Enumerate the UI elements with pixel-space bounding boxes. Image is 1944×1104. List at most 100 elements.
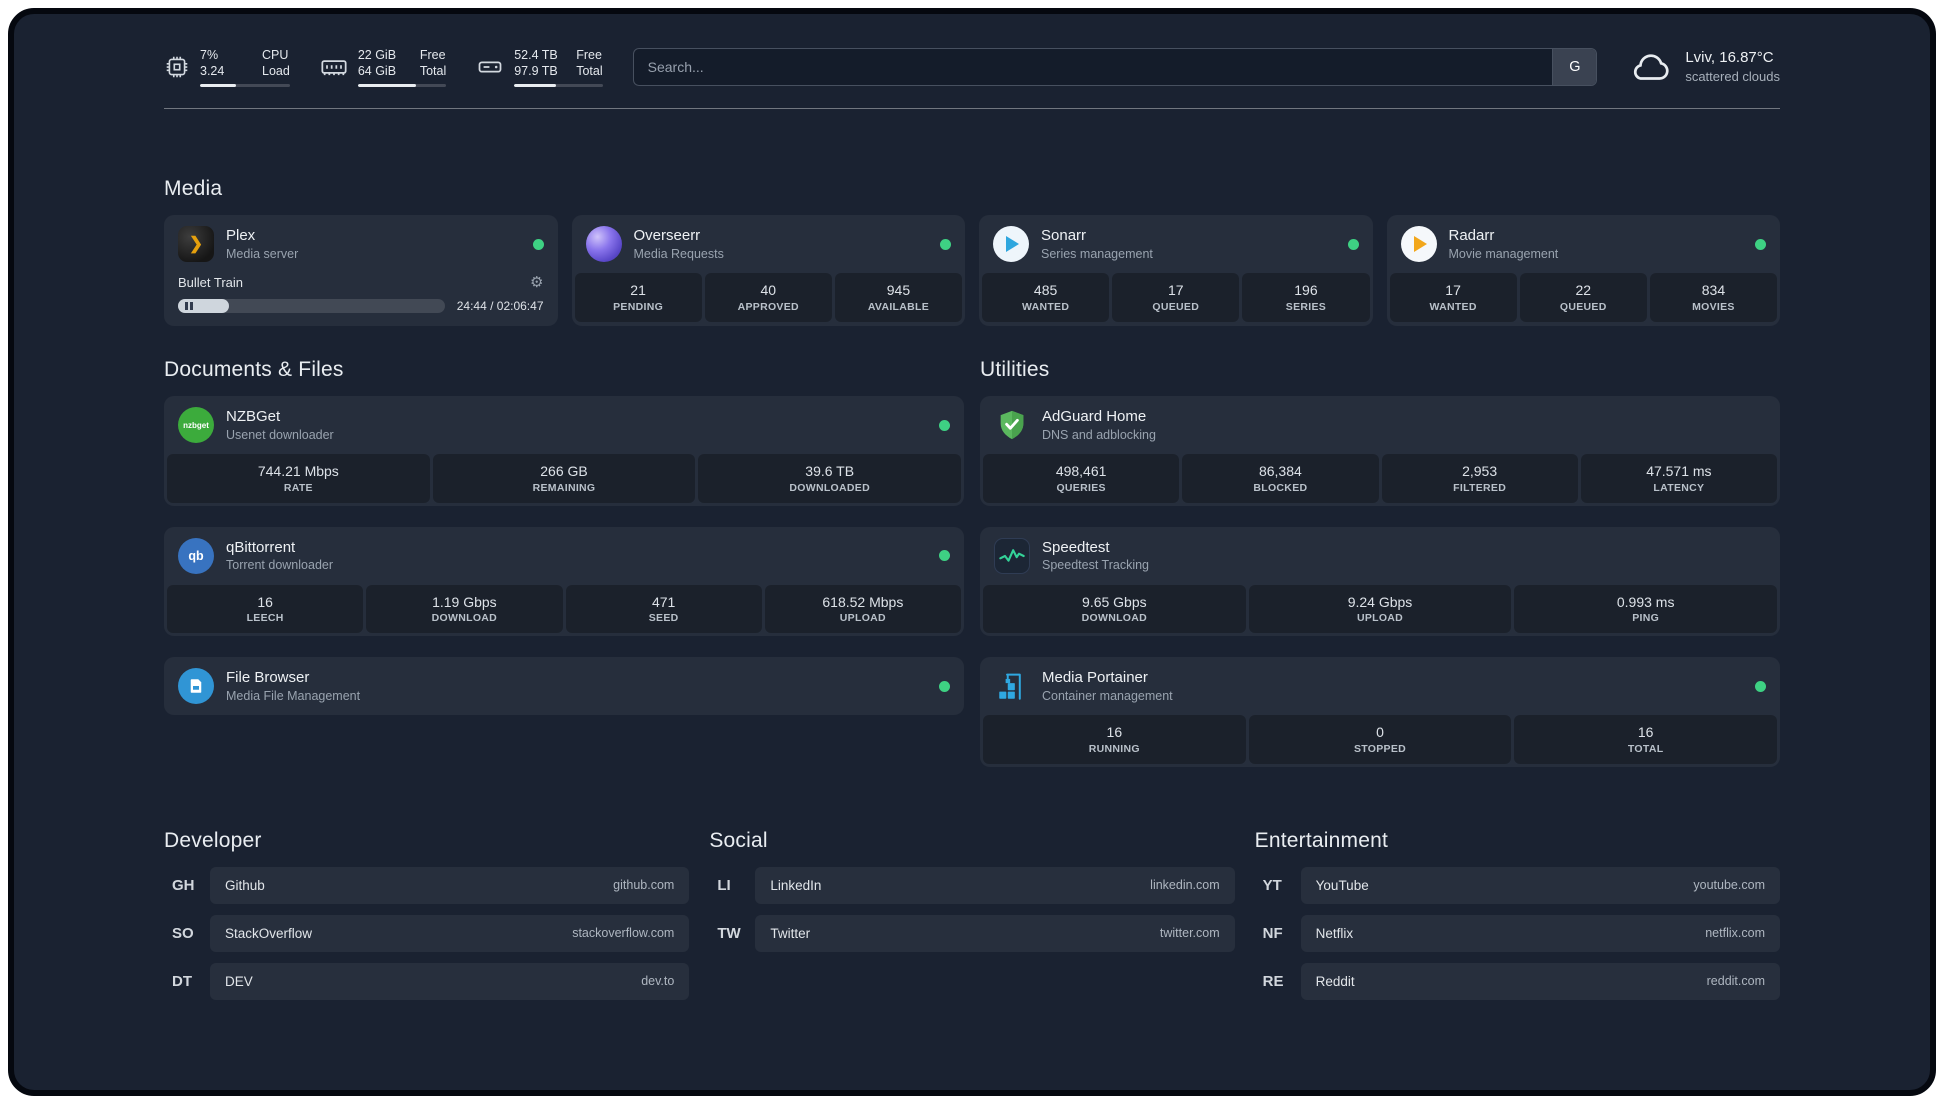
memory-progress-fill [357,84,417,88]
status-dot [532,238,544,250]
service-link-portainer[interactable]: Media Portainer Container management [980,657,1780,715]
section-heading-social: Social [709,828,768,852]
bookmark-name: DEV [225,973,253,989]
bookmark-netflix[interactable]: NF Netflix netflix.com [1255,914,1780,952]
service-name: AdGuard Home [1042,408,1147,426]
stat-block: 40 APPROVED [704,273,832,322]
stat-block: 945 AVAILABLE [834,273,963,322]
stat-value: 86,384 [1258,463,1302,479]
memory-icon [321,60,347,76]
service-link-nzbget[interactable]: nzbget NZBGet Usenet downloader [164,396,964,454]
bookmark-dev[interactable]: DT DEV dev.to [164,962,690,1000]
weather-location: Lviv, 16.87°C [1685,49,1774,67]
stat-block: 485 WANTED [982,273,1110,322]
stat-value: 945 [886,282,911,298]
service-card-sonarr: Sonarr Series management 485 WANTED 17 Q… [979,215,1373,326]
pause-icon[interactable] [185,302,193,310]
service-link-filebrowser[interactable]: File Browser Media File Management [164,657,964,715]
section-heading-entertainment: Entertainment [1254,828,1388,852]
status-dot [939,680,950,692]
stat-block: 86,384 BLOCKED [1182,454,1379,503]
cloud-icon [1634,54,1669,80]
cpu-load: 3.24 [200,64,225,78]
memory-free-label: Free [419,47,446,62]
bookmark-abbr: RE [1262,972,1284,990]
stat-label: QUEUED [1152,300,1200,313]
disk-progress-bar [514,84,603,88]
section-heading-media: Media [164,177,223,200]
search-box: G [632,48,1598,86]
playback-time: 24:44 / 02:06:47 [456,299,544,313]
stat-label: REMAINING [532,481,596,494]
stat-label: PENDING [613,300,664,313]
section-heading-developer: Developer [164,828,262,852]
stat-block: 47.571 ms LATENCY [1580,454,1777,503]
disk-total: 97.9 TB [514,64,558,78]
stat-block: 2,953 FILTERED [1381,454,1578,503]
stat-label: RUNNING [1088,743,1140,756]
service-card-speedtest: Speedtest Speedtest Tracking 9.65 Gbps D… [980,526,1780,637]
status-dot [939,550,950,562]
sonarr-icon [993,226,1029,262]
stat-label: MOVIES [1692,300,1735,313]
stat-value: 17 [1445,282,1461,298]
bookmark-github[interactable]: GH Github github.com [164,866,690,904]
top-bar: 7% 3.24 CPU Load 22 GiB 64 GiB Free Tota… [164,44,1780,90]
playback-progress-bar[interactable] [178,299,445,313]
stat-value: 47.571 ms [1646,463,1712,479]
bookmark-linkedin[interactable]: LI LinkedIn linkedin.com [709,866,1235,904]
bookmark-abbr: TW [717,924,741,942]
service-link-adguard[interactable]: AdGuard Home DNS and adblocking [980,396,1780,454]
disk-total-label: Total [576,64,603,78]
bookmark-name: YouTube [1315,877,1369,893]
bookmark-stackoverflow[interactable]: SO StackOverflow stackoverflow.com [164,914,690,952]
bookmark-reddit[interactable]: RE Reddit reddit.com [1255,962,1780,1000]
service-subtitle: Speedtest Tracking [1042,558,1150,573]
stat-block: 744.21 Mbps RATE [167,454,430,503]
service-subtitle: Media Requests [633,246,724,261]
bookmark-domain: stackoverflow.com [572,926,675,941]
stat-label: LATENCY [1653,481,1705,494]
gear-icon[interactable]: ⚙ [530,275,543,290]
service-subtitle: Movie management [1448,246,1559,261]
stat-value: 834 [1701,282,1726,298]
status-dot [1347,238,1359,250]
service-name: Radarr [1448,227,1495,245]
service-subtitle: DNS and adblocking [1042,427,1156,442]
qbittorrent-icon: qb [178,537,214,574]
bookmark-abbr: NF [1262,924,1283,942]
stat-label: STOPPED [1353,743,1407,756]
stat-value: 266 GB [540,463,588,479]
service-name: Plex [226,227,256,245]
service-subtitle: Torrent downloader [226,558,334,573]
bookmark-name: Twitter [770,925,811,941]
section-media: Media ❯ Plex Media server Bullet Train ⚙ [164,177,1780,326]
service-link-qbittorrent[interactable]: qb qBittorrent Torrent downloader [164,527,964,585]
service-subtitle: Series management [1041,246,1153,261]
stat-value: 2,953 [1462,463,1498,479]
service-card-filebrowser: File Browser Media File Management [164,657,964,716]
bookmark-twitter[interactable]: TW Twitter twitter.com [709,914,1235,952]
service-card-adguard: AdGuard Home DNS and adblocking 498,461 … [980,396,1780,506]
disk-free-label: Free [576,47,602,62]
stat-label: FILTERED [1453,481,1507,494]
cpu-progress-bar [200,84,290,88]
service-link-radarr[interactable]: Radarr Movie management [1387,215,1781,273]
radarr-icon [1400,226,1437,262]
service-link-sonarr[interactable]: Sonarr Series management [979,215,1373,273]
stat-label: UPLOAD [839,612,886,625]
service-link-overseerr[interactable]: Overseerr Media Requests [572,215,966,273]
bookmark-group-social: Social LI LinkedIn linkedin.com TW Twitt… [709,828,1235,1011]
search-input[interactable] [633,49,1553,85]
stat-block: 618.52 Mbps UPLOAD [764,584,961,634]
stat-value: 0 [1376,724,1384,741]
stat-block: 16 RUNNING [983,715,1246,764]
stat-block: 39.6 TB DOWNLOADED [698,454,962,503]
memory-progress-bar [357,84,447,88]
service-link-speedtest[interactable]: Speedtest Speedtest Tracking [980,527,1780,585]
service-link-plex[interactable]: ❯ Plex Media server [164,215,558,273]
search-provider-button[interactable]: G [1552,49,1597,85]
bookmark-youtube[interactable]: YT YouTube youtube.com [1255,866,1780,904]
status-dot [1755,238,1766,250]
disk-icon [478,61,502,73]
